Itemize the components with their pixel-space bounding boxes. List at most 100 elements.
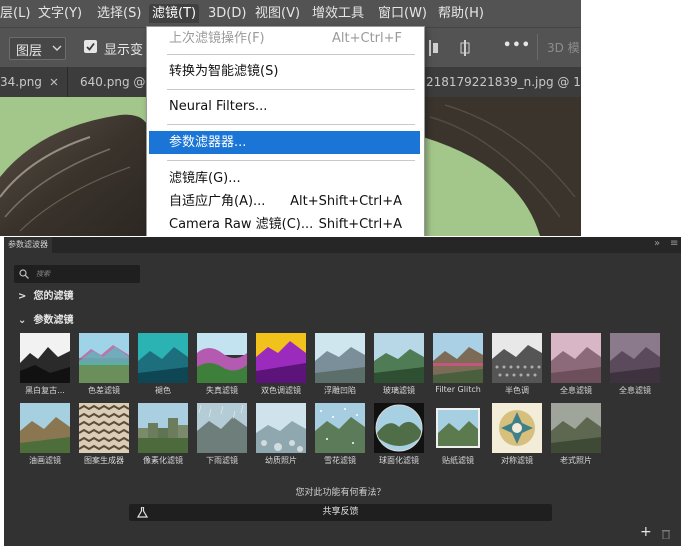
filter-tile-rain[interactable] bbox=[197, 403, 247, 453]
menu-item-neural-filters[interactable]: Neural Filters... bbox=[149, 95, 420, 118]
filter-label: 全息滤镜 bbox=[560, 386, 592, 395]
filter-label: 色差滤镜 bbox=[88, 386, 120, 395]
section-parametric-filters-label: 参数滤镜 bbox=[33, 315, 74, 326]
filter-label: 全息滤镜 bbox=[619, 386, 651, 395]
trash-icon[interactable] bbox=[661, 528, 671, 539]
section-your-filters-label: 您的滤镜 bbox=[33, 291, 74, 302]
landscape-thumbnail bbox=[256, 333, 306, 383]
filter-tile-sticker[interactable] bbox=[433, 403, 483, 453]
close-icon[interactable] bbox=[50, 78, 58, 86]
menu-item-adaptive-wide-angle[interactable]: 自适应广角(A)... Alt+Shift+Ctrl+A bbox=[149, 190, 420, 213]
tab-doc-1[interactable]: 34.png bbox=[0, 67, 68, 97]
pattern-thumbnail bbox=[79, 403, 129, 453]
filter-tile-frost-photo[interactable] bbox=[256, 403, 306, 453]
filter-tile-glitch[interactable] bbox=[433, 333, 483, 383]
share-feedback-label: 共享反馈 bbox=[322, 507, 359, 517]
filter-tile-distort[interactable] bbox=[197, 333, 247, 383]
3d-mode-label: 3D 模 bbox=[547, 41, 580, 55]
filter-tile-symmetry[interactable] bbox=[492, 403, 542, 453]
landscape-thumbnail bbox=[610, 333, 660, 383]
filter-tile-bw-vintage[interactable] bbox=[20, 333, 70, 383]
tab-doc-2[interactable]: 640.png @ bbox=[68, 67, 148, 97]
filter-tile-oil-paint[interactable] bbox=[20, 403, 70, 453]
chevron-down-icon: ⌄ bbox=[18, 315, 27, 326]
filter-tile-holo-2[interactable] bbox=[610, 333, 660, 383]
mandala-thumbnail bbox=[492, 403, 542, 453]
filter-label: 对称滤镜 bbox=[501, 456, 533, 465]
filter-tile-holo-1[interactable] bbox=[551, 333, 601, 383]
menu-item-camera-raw-filter[interactable]: Camera Raw 滤镜(C)... Shift+Ctrl+A bbox=[149, 213, 420, 236]
menu-view[interactable]: 视图(V) bbox=[255, 4, 300, 23]
filter-tile-emboss[interactable] bbox=[315, 333, 365, 383]
landscape-thumbnail bbox=[551, 333, 601, 383]
filter-label: 雪花滤镜 bbox=[324, 456, 356, 465]
align-left-icon[interactable] bbox=[428, 40, 440, 56]
menu-3d[interactable]: 3D(D) bbox=[208, 4, 246, 23]
menu-separator bbox=[167, 54, 415, 55]
filter-tile-old-photo[interactable] bbox=[551, 403, 601, 453]
filter-label: 幼质照片 bbox=[265, 456, 297, 465]
checkbox-checked-icon[interactable] bbox=[84, 40, 97, 53]
menu-window[interactable]: 窗口(W) bbox=[378, 4, 427, 23]
filter-label: 浮雕凹陷 bbox=[324, 386, 356, 395]
menu-item-convert-smart-filter[interactable]: 转换为智能滤镜(S) bbox=[149, 60, 420, 83]
section-parametric-filters[interactable]: ⌄ 参数滤镜 bbox=[18, 311, 73, 326]
divider bbox=[537, 34, 538, 60]
filter-tile-snow[interactable] bbox=[315, 403, 365, 453]
filter-tile-pattern-generator[interactable] bbox=[79, 403, 129, 453]
landscape-thumbnail bbox=[551, 403, 601, 453]
filter-label: Filter Glitch bbox=[435, 385, 481, 394]
panel-tab-title: 参数滤波器 bbox=[8, 240, 48, 249]
filter-tile-duotone[interactable] bbox=[256, 333, 306, 383]
menu-separator bbox=[167, 89, 415, 90]
layer-select-dropdown[interactable]: 图层 bbox=[9, 37, 66, 60]
section-your-filters[interactable]: > 您的滤镜 bbox=[18, 287, 73, 302]
tab-doc-3[interactable]: 218179221839_n.jpg @ 10 bbox=[423, 67, 581, 97]
panel-tab[interactable]: 参数滤波器 bbox=[4, 237, 52, 253]
filter-tile-glass[interactable] bbox=[374, 333, 424, 383]
landscape-thumbnail bbox=[374, 333, 424, 383]
menu-separator bbox=[167, 124, 415, 125]
search-input[interactable]: 搜索 bbox=[36, 269, 50, 279]
filter-tile-halftone[interactable] bbox=[492, 333, 542, 383]
more-options-button[interactable]: ••• bbox=[503, 38, 531, 53]
filter-tile-spherize[interactable] bbox=[374, 403, 424, 453]
filter-label: 半色调 bbox=[505, 386, 529, 395]
landscape-thumbnail bbox=[197, 403, 247, 453]
photoshop-window: 层(L) 文字(Y) 选择(S) 滤镜(T) 3D(D) 视图(V) 增效工具 … bbox=[0, 0, 581, 236]
filter-label: 玻璃滤镜 bbox=[383, 386, 415, 395]
filter-tile-fade[interactable] bbox=[138, 333, 188, 383]
share-feedback-button[interactable]: 共享反馈 bbox=[129, 504, 552, 521]
panel-menu-icon[interactable]: ≡ bbox=[670, 238, 678, 249]
landscape-thumbnail bbox=[433, 403, 483, 453]
menu-layer[interactable]: 层(L) bbox=[0, 4, 30, 23]
filter-tile-chromatic[interactable] bbox=[79, 333, 129, 383]
filter-label: 贴纸滤镜 bbox=[442, 456, 474, 465]
filter-label: 老式照片 bbox=[560, 456, 592, 465]
filter-label: 图案生成器 bbox=[84, 456, 124, 465]
menu-item-parametric-filters[interactable]: 参数滤器器... bbox=[149, 131, 420, 154]
collapse-icon[interactable]: » bbox=[654, 238, 660, 249]
filter-label: 双色调滤镜 bbox=[261, 386, 301, 395]
menu-item-last-filter[interactable]: 上次滤镜操作(F) Alt+Ctrl+F bbox=[149, 27, 420, 50]
halftone-thumbnail bbox=[492, 333, 542, 383]
filter-label: 油画滤镜 bbox=[29, 456, 61, 465]
align-center-icon[interactable] bbox=[459, 40, 471, 56]
tab-label: 34.png bbox=[0, 75, 42, 89]
landscape-thumbnail bbox=[79, 333, 129, 383]
layer-select-value: 图层 bbox=[16, 44, 43, 59]
menu-plugins[interactable]: 增效工具 bbox=[312, 4, 364, 23]
menu-type[interactable]: 文字(Y) bbox=[38, 4, 82, 23]
filter-tile-pixelate[interactable] bbox=[138, 403, 188, 453]
filter-label: 失真滤镜 bbox=[206, 386, 238, 395]
filter-label: 褪色 bbox=[155, 386, 171, 395]
menu-help[interactable]: 帮助(H) bbox=[438, 4, 484, 23]
menu-filter[interactable]: 滤镜(T) bbox=[149, 4, 200, 23]
landscape-thumbnail bbox=[256, 403, 306, 453]
show-transform-label: 显示变 bbox=[104, 43, 144, 58]
landscape-thumbnail bbox=[433, 333, 483, 383]
add-icon[interactable]: + bbox=[640, 525, 652, 539]
menu-select[interactable]: 选择(S) bbox=[97, 4, 141, 23]
search-box[interactable]: 搜索 bbox=[14, 265, 140, 283]
menu-item-filter-gallery[interactable]: 滤镜库(G)... bbox=[149, 167, 420, 190]
